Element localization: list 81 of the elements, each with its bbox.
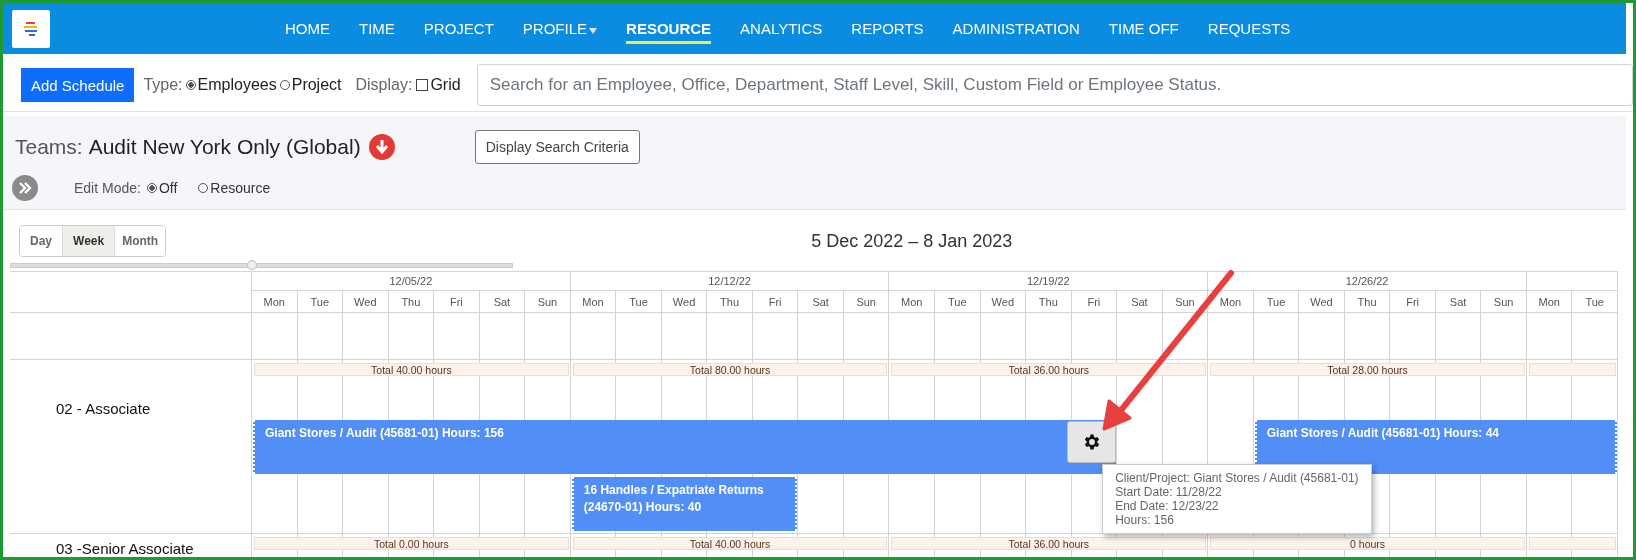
total-hours-bar: Total 80.00 hours xyxy=(572,363,888,376)
day-header: Wed xyxy=(661,291,708,312)
day-header: Sat xyxy=(798,291,844,312)
day-header: Mon xyxy=(1208,291,1254,312)
day-header: Fri xyxy=(1071,291,1118,312)
expand-icon[interactable] xyxy=(12,175,38,201)
tooltip-text: Hours: 156 xyxy=(1115,513,1175,527)
zoom-slider[interactable] xyxy=(10,263,513,268)
total-hours-bar: Total 36.00 hours xyxy=(891,363,1207,376)
day-header: Thu xyxy=(1026,291,1072,312)
nav-link[interactable]: TIME xyxy=(359,13,395,44)
day-header: Tue xyxy=(297,291,344,312)
day-header: Sat xyxy=(1435,291,1482,312)
edit-mode-radio[interactable]: Resource xyxy=(195,180,271,196)
add-schedule-button[interactable]: Add Schedule xyxy=(21,68,135,102)
day-header: Mon xyxy=(570,291,617,312)
total-hours-bar: Total 40.00 hours xyxy=(254,363,569,376)
day-header: Sat xyxy=(479,291,526,312)
staff-level-label: 03 -Senior Associate xyxy=(56,540,195,557)
week-header: 12/26/22 xyxy=(1208,272,1527,291)
day-header: Tue xyxy=(1572,291,1618,312)
day-header: Fri xyxy=(434,291,480,312)
schedule-bar[interactable]: 16 Handles / Expatriate Returns (24670-01) Hours: 40 xyxy=(571,477,798,531)
search-field[interactable]: Search for an Employee, Office, Department, Staff Level, Skill, Custom Field or Employee Status. xyxy=(476,64,1633,106)
nav-link[interactable]: REQUESTS xyxy=(1207,13,1291,44)
display-label: Display: xyxy=(355,76,413,94)
week-header: 12/05/22 xyxy=(252,272,571,291)
total-hours-bar: Total 36.00 hours xyxy=(891,537,1207,550)
tooltip-text: End Date: 12/23/22 xyxy=(1115,499,1220,513)
day-header: Mon xyxy=(1526,291,1573,312)
day-header: Sun xyxy=(1162,291,1209,312)
day-header: Wed xyxy=(343,291,389,312)
nav-link[interactable]: ANALYTICS xyxy=(740,13,823,44)
week-header: 12/19/22 xyxy=(889,272,1209,291)
nav-link[interactable]: RESOURCE xyxy=(626,13,712,44)
slider-thumb[interactable] xyxy=(247,260,258,270)
day-header: Thu xyxy=(388,291,435,312)
settings-button[interactable] xyxy=(1067,421,1117,463)
nav-link[interactable]: ADMINISTRATION xyxy=(952,13,1080,44)
view-tab[interactable]: Day xyxy=(20,226,63,256)
tooltip-text: Client/Project: Giant Stores / Audit (45681-01) xyxy=(1115,471,1359,485)
day-header: Mon xyxy=(889,291,935,312)
edit-mode-label: Edit Mode: xyxy=(74,180,141,196)
display-search-criteria-button[interactable]: Display Search Criteria xyxy=(474,130,640,164)
type-radio[interactable]: Employees xyxy=(182,76,277,94)
edit-mode-radio[interactable]: Off xyxy=(143,180,178,196)
total-hours-bar: 0 hours xyxy=(1210,537,1525,550)
nav-link[interactable]: PROFILE xyxy=(522,13,598,44)
team-name: Audit New York Only (Global) xyxy=(88,135,361,159)
day-header: Wed xyxy=(980,291,1027,312)
day-header: Sun xyxy=(843,291,890,312)
grid-checkbox[interactable]: Grid xyxy=(413,76,461,94)
day-header: Wed xyxy=(1299,291,1345,312)
tooltip-text: Start Date: 11/28/22 xyxy=(1115,485,1223,499)
total-hours-bar: Total 0.00 hours xyxy=(254,537,569,550)
nav-link[interactable]: PROJECT xyxy=(423,13,494,44)
total-hours-bar: Total 28.00 hours xyxy=(1210,363,1525,376)
staff-level-label: 02 - Associate xyxy=(56,400,152,417)
week-header: 12/12/22 xyxy=(570,272,890,291)
date-range: 5 Dec 2022 – 8 Jan 2023 xyxy=(811,230,1013,252)
nav-link[interactable]: TIME OFF xyxy=(1108,13,1179,44)
view-tab[interactable]: Week xyxy=(63,226,116,256)
day-header: Thu xyxy=(1344,291,1391,312)
day-header: Sun xyxy=(525,291,571,312)
teams-label: Teams: xyxy=(15,135,83,159)
day-header: Fri xyxy=(752,291,799,312)
day-header: Tue xyxy=(1253,291,1300,312)
day-header: Thu xyxy=(707,291,753,312)
total-hours-bar: Total 40.00 hours xyxy=(572,537,888,550)
nav-link[interactable]: HOME xyxy=(285,13,330,44)
type-radio[interactable]: Project xyxy=(276,76,342,94)
day-header: Tue xyxy=(616,291,662,312)
day-header: Sat xyxy=(1117,291,1163,312)
nav-link[interactable]: REPORTS xyxy=(851,13,924,44)
logo-icon[interactable] xyxy=(12,9,50,48)
schedule-bar[interactable]: Giant Stores / Audit (45681-01) Hours: 44 xyxy=(1254,420,1617,474)
day-header: Mon xyxy=(252,291,298,312)
day-header: Fri xyxy=(1390,291,1436,312)
day-header: Sun xyxy=(1481,291,1527,312)
day-header: Tue xyxy=(935,291,981,312)
type-label: Type: xyxy=(143,76,183,94)
